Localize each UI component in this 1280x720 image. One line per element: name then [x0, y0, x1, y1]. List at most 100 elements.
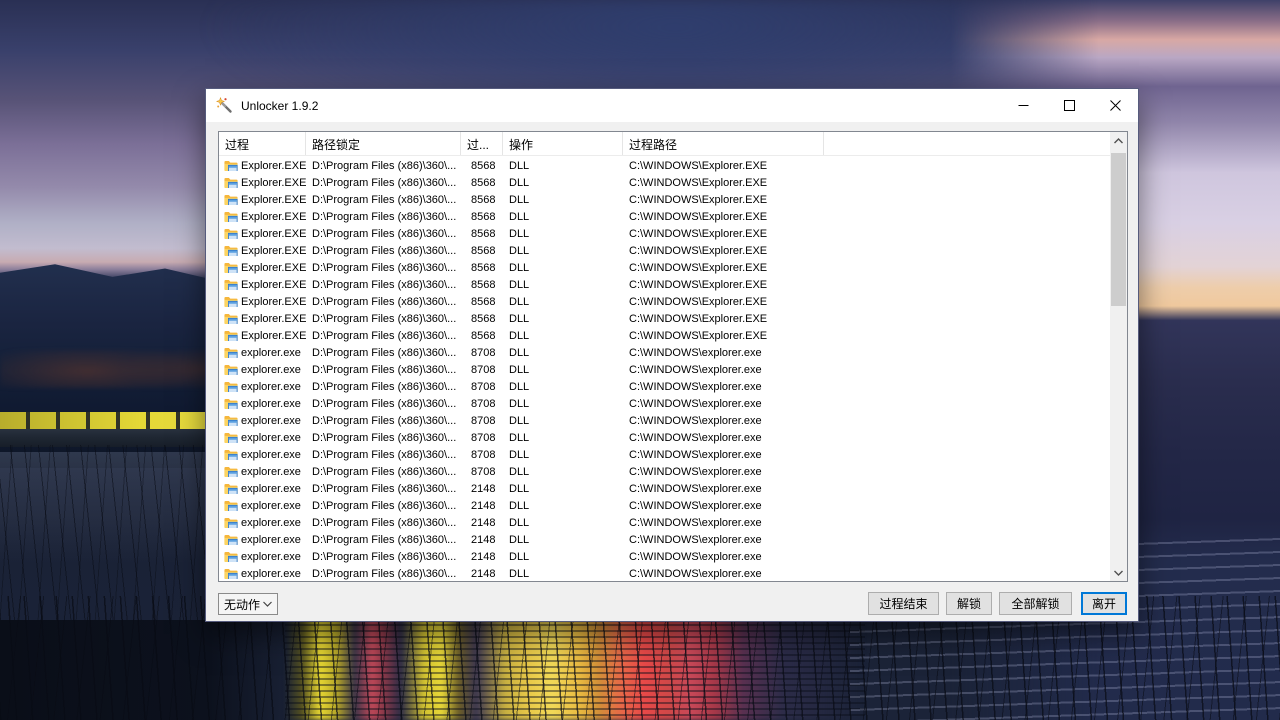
kill-process-button[interactable]: 过程结束 [868, 592, 939, 615]
table-row[interactable]: Explorer.EXED:\Program Files (x86)\360\.… [219, 310, 1110, 327]
operation: DLL [503, 483, 623, 495]
table-row[interactable]: explorer.exeD:\Program Files (x86)\360\.… [219, 378, 1110, 395]
process-path: C:\WINDOWS\explorer.exe [623, 381, 824, 393]
table-row[interactable]: explorer.exeD:\Program Files (x86)\360\.… [219, 548, 1110, 565]
operation: DLL [503, 279, 623, 291]
process-id: 8568 [461, 330, 503, 342]
column-header-operation[interactable]: 操作 [503, 132, 623, 155]
process-path: C:\WINDOWS\Explorer.EXE [623, 262, 824, 274]
table-row[interactable]: Explorer.EXED:\Program Files (x86)\360\.… [219, 225, 1110, 242]
process-name: explorer.exe [241, 449, 301, 461]
table-row[interactable]: Explorer.EXED:\Program Files (x86)\360\.… [219, 276, 1110, 293]
scroll-down-button[interactable] [1110, 564, 1127, 581]
table-rows: Explorer.EXED:\Program Files (x86)\360\.… [219, 157, 1110, 581]
scroll-up-button[interactable] [1110, 132, 1127, 149]
process-id: 8568 [461, 194, 503, 206]
process-path: C:\WINDOWS\explorer.exe [623, 517, 824, 529]
table-row[interactable]: explorer.exeD:\Program Files (x86)\360\.… [219, 497, 1110, 514]
operation: DLL [503, 313, 623, 325]
locked-path: D:\Program Files (x86)\360\... [306, 279, 461, 291]
process-name: Explorer.EXE [241, 330, 306, 342]
chevron-up-icon [1114, 138, 1123, 144]
explorer-folder-icon [224, 313, 238, 325]
table-row[interactable]: Explorer.EXED:\Program Files (x86)\360\.… [219, 157, 1110, 174]
table-row[interactable]: Explorer.EXED:\Program Files (x86)\360\.… [219, 293, 1110, 310]
table-row[interactable]: explorer.exeD:\Program Files (x86)\360\.… [219, 344, 1110, 361]
process-id: 2148 [461, 500, 503, 512]
column-header-locked-path[interactable]: 路径锁定 [306, 132, 461, 155]
process-path: C:\WINDOWS\explorer.exe [623, 415, 824, 427]
operation: DLL [503, 432, 623, 444]
table-row[interactable]: Explorer.EXED:\Program Files (x86)\360\.… [219, 327, 1110, 344]
process-path: C:\WINDOWS\explorer.exe [623, 432, 824, 444]
process-id: 8568 [461, 296, 503, 308]
column-header-process-path[interactable]: 过程路径 [623, 132, 824, 155]
process-path: C:\WINDOWS\Explorer.EXE [623, 245, 824, 257]
table-row[interactable]: explorer.exeD:\Program Files (x86)\360\.… [219, 429, 1110, 446]
column-header-empty[interactable] [824, 132, 1110, 155]
operation: DLL [503, 262, 623, 274]
unlocker-window: Unlocker 1.9.2 过程 路径锁定 过... 操作 过程路径 [205, 88, 1139, 622]
close-button[interactable] [1092, 89, 1138, 122]
explorer-folder-icon [224, 194, 238, 206]
operation: DLL [503, 364, 623, 376]
explorer-folder-icon [224, 449, 238, 461]
operation: DLL [503, 194, 623, 206]
chevron-down-icon [263, 601, 272, 607]
maximize-button[interactable] [1046, 89, 1092, 122]
process-id: 8708 [461, 381, 503, 393]
table-row[interactable]: Explorer.EXED:\Program Files (x86)\360\.… [219, 242, 1110, 259]
wallpaper-reeds-left [0, 445, 210, 620]
process-path: C:\WINDOWS\Explorer.EXE [623, 330, 824, 342]
operation: DLL [503, 211, 623, 223]
table-row[interactable]: explorer.exeD:\Program Files (x86)\360\.… [219, 395, 1110, 412]
table-row[interactable]: explorer.exeD:\Program Files (x86)\360\.… [219, 446, 1110, 463]
table-row[interactable]: explorer.exeD:\Program Files (x86)\360\.… [219, 412, 1110, 429]
table-row[interactable]: Explorer.EXED:\Program Files (x86)\360\.… [219, 259, 1110, 276]
process-name: explorer.exe [241, 364, 301, 376]
vertical-scrollbar[interactable] [1110, 132, 1127, 581]
locked-path: D:\Program Files (x86)\360\... [306, 177, 461, 189]
table-row[interactable]: explorer.exeD:\Program Files (x86)\360\.… [219, 361, 1110, 378]
minimize-button[interactable] [1000, 89, 1046, 122]
explorer-folder-icon [224, 211, 238, 223]
process-path: C:\WINDOWS\Explorer.EXE [623, 177, 824, 189]
unlock-button[interactable]: 解锁 [946, 592, 992, 615]
unlock-all-button[interactable]: 全部解锁 [999, 592, 1072, 615]
process-id: 2148 [461, 534, 503, 546]
title-bar[interactable]: Unlocker 1.9.2 [206, 89, 1138, 122]
locked-path: D:\Program Files (x86)\360\... [306, 466, 461, 478]
table-row[interactable]: Explorer.EXED:\Program Files (x86)\360\.… [219, 191, 1110, 208]
table-row[interactable]: explorer.exeD:\Program Files (x86)\360\.… [219, 565, 1110, 581]
locked-path: D:\Program Files (x86)\360\... [306, 381, 461, 393]
process-name: Explorer.EXE [241, 194, 306, 206]
operation: DLL [503, 534, 623, 546]
action-dropdown[interactable]: 无动作 [218, 593, 278, 615]
table-row[interactable]: explorer.exe D:\Program Files (x86)\360\.… [219, 531, 1110, 548]
explorer-folder-icon [224, 500, 238, 512]
table-row[interactable]: Explorer.EXED:\Program Files (x86)\360\.… [219, 208, 1110, 225]
table-row[interactable]: explorer.exeD:\Program Files (x86)\360\.… [219, 514, 1110, 531]
locked-path: D:\Program Files (x86)\360\... [306, 245, 461, 257]
locked-path: D:\Program Files (x86)\360\... [306, 551, 461, 563]
maximize-icon [1064, 100, 1075, 111]
process-name: Explorer.EXE [241, 262, 306, 274]
locked-path: D:\Program Files (x86)\360\... [306, 228, 461, 240]
explorer-folder-icon [224, 568, 238, 580]
column-header-process[interactable]: 过程 [219, 132, 306, 155]
process-path: C:\WINDOWS\Explorer.EXE [623, 296, 824, 308]
magic-wand-icon [216, 97, 233, 114]
process-id: 8568 [461, 262, 503, 274]
quit-button[interactable]: 离开 [1081, 592, 1127, 615]
process-path: C:\WINDOWS\explorer.exe [623, 466, 824, 478]
column-header-pid[interactable]: 过... [461, 132, 503, 155]
explorer-folder-icon [224, 160, 238, 172]
process-name: explorer.exe [241, 534, 301, 546]
table-row[interactable]: explorer.exeD:\Program Files (x86)\360\.… [219, 463, 1110, 480]
scrollbar-thumb[interactable] [1111, 153, 1126, 306]
table-row[interactable]: Explorer.EXED:\Program Files (x86)\360\.… [219, 174, 1110, 191]
process-id: 8568 [461, 211, 503, 223]
table-row[interactable]: explorer.exeD:\Program Files (x86)\360\.… [219, 480, 1110, 497]
locked-path: D:\Program Files (x86)\360\... [306, 534, 461, 546]
process-path: C:\WINDOWS\explorer.exe [623, 449, 824, 461]
